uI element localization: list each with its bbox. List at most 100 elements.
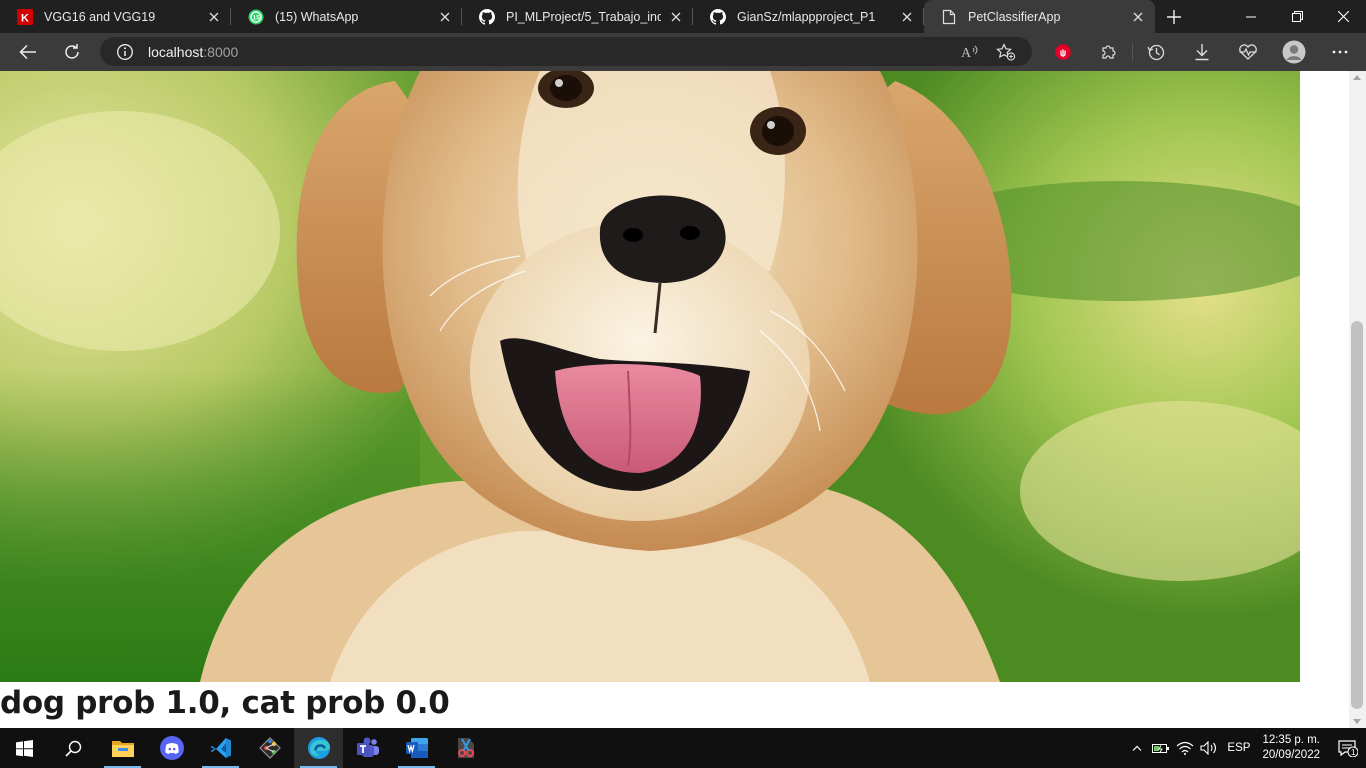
- downloads-button[interactable]: [1179, 33, 1225, 71]
- extensions-button[interactable]: [1086, 33, 1132, 71]
- tab-title: PI_MLProject/5_Trabajo_individ: [506, 9, 661, 24]
- restore-icon: [1291, 11, 1303, 22]
- scroll-up-arrow-icon[interactable]: [1353, 75, 1361, 80]
- git-icon: [258, 736, 281, 760]
- settings-menu-button[interactable]: [1317, 33, 1363, 71]
- notification-icon: 1: [1338, 740, 1358, 757]
- scrollbar-thumb[interactable]: [1351, 321, 1363, 709]
- new-tab-button[interactable]: [1157, 0, 1191, 33]
- back-arrow-icon: [19, 44, 36, 60]
- read-aloud-icon: A: [961, 45, 978, 60]
- url-port: :8000: [203, 43, 239, 60]
- battery-icon: [1152, 744, 1170, 753]
- back-button[interactable]: [6, 33, 50, 71]
- puzzle-icon: [1102, 45, 1116, 59]
- minimize-icon: [1246, 16, 1256, 17]
- battery-button[interactable]: [1149, 728, 1173, 768]
- close-icon[interactable]: [438, 10, 452, 24]
- close-window-button[interactable]: [1320, 0, 1366, 33]
- speaker-icon: [1200, 741, 1217, 755]
- volume-button[interactable]: [1197, 728, 1221, 768]
- discord-button[interactable]: [147, 728, 196, 768]
- edge-icon: [307, 737, 330, 759]
- browser-toolbar: localhost:8000 A: [0, 33, 1366, 71]
- whatsapp-icon: 15: [248, 9, 264, 25]
- notification-center-button[interactable]: 1: [1330, 728, 1366, 768]
- adblock-extension-button[interactable]: [1040, 33, 1086, 71]
- history-icon: [1147, 44, 1165, 61]
- github-icon: [710, 8, 726, 25]
- git-button[interactable]: [245, 728, 294, 768]
- more-icon: [1332, 50, 1348, 54]
- heart-pulse-icon: [1239, 44, 1257, 60]
- clock[interactable]: 12:35 p. m. 20/09/2022: [1262, 733, 1320, 763]
- search-icon: [65, 740, 82, 757]
- snipping-tool-button[interactable]: [441, 728, 490, 768]
- close-icon[interactable]: [900, 10, 914, 24]
- url-text[interactable]: localhost:8000: [148, 44, 238, 60]
- snipping-tool-icon: [457, 738, 474, 758]
- system-tray: ESP 12:35 p. m. 20/09/2022 1: [1125, 728, 1366, 768]
- tab-title: (15) WhatsApp: [275, 9, 359, 24]
- svg-text:A: A: [961, 46, 972, 60]
- discord-icon: [159, 736, 184, 760]
- word-button[interactable]: [392, 728, 441, 768]
- star-add-icon: [996, 42, 1016, 61]
- vscode-icon: [210, 738, 231, 758]
- tab-title: VGG16 and VGG19: [44, 9, 156, 24]
- close-icon: [1337, 11, 1349, 22]
- keras-icon: K: [17, 8, 33, 25]
- svg-text:15: 15: [253, 14, 261, 21]
- close-icon[interactable]: [207, 10, 221, 24]
- page-viewport: dog prob 1.0, cat prob 0.0: [0, 71, 1366, 728]
- word-icon: [405, 738, 428, 758]
- tab-title: PetClassifierApp: [968, 9, 1061, 24]
- dog-photo: [0, 71, 1300, 682]
- teams-button[interactable]: [343, 728, 392, 768]
- tab-whatsapp[interactable]: 15 (15) WhatsApp: [231, 0, 462, 33]
- close-icon[interactable]: [1131, 10, 1145, 24]
- vscode-button[interactable]: [196, 728, 245, 768]
- download-icon: [1195, 44, 1209, 61]
- add-favorite-button[interactable]: [988, 37, 1024, 66]
- reload-button[interactable]: [50, 33, 94, 71]
- edge-button[interactable]: [294, 728, 343, 768]
- avatar-icon: [1282, 40, 1306, 64]
- scroll-down-arrow-icon[interactable]: [1353, 719, 1361, 724]
- profile-button[interactable]: [1271, 33, 1317, 71]
- plus-icon: [1167, 9, 1181, 24]
- read-aloud-button[interactable]: A: [952, 37, 988, 66]
- file-explorer-icon: [111, 741, 134, 757]
- network-button[interactable]: [1173, 728, 1197, 768]
- page-icon: [941, 9, 957, 25]
- close-icon[interactable]: [669, 10, 683, 24]
- file-explorer-button[interactable]: [98, 728, 147, 768]
- reload-icon: [65, 44, 79, 59]
- tab-vgg[interactable]: K VGG16 and VGG19: [0, 0, 231, 33]
- tab-github-pi-mlproject[interactable]: PI_MLProject/5_Trabajo_individ: [462, 0, 693, 33]
- start-button[interactable]: [0, 728, 49, 768]
- window-controls: [1228, 0, 1366, 33]
- restore-button[interactable]: [1274, 0, 1320, 33]
- input-language[interactable]: ESP: [1227, 742, 1250, 754]
- page-scrollbar[interactable]: [1349, 71, 1366, 728]
- performance-button[interactable]: [1225, 33, 1271, 71]
- notification-count: 1: [1351, 748, 1356, 757]
- address-bar-actions: A: [952, 37, 1024, 66]
- clock-time: 12:35 p. m.: [1262, 734, 1320, 746]
- tab-title: GianSz/mlappproject_P1: [737, 9, 876, 24]
- minimize-button[interactable]: [1228, 0, 1274, 33]
- windows-logo-icon: [16, 739, 33, 757]
- search-button[interactable]: [49, 728, 98, 768]
- teams-icon: [356, 737, 379, 757]
- tab-github-mlappproject[interactable]: GianSz/mlappproject_P1: [693, 0, 924, 33]
- tab-petclassifier[interactable]: PetClassifierApp: [924, 0, 1155, 33]
- prediction-result: dog prob 1.0, cat prob 0.0: [0, 685, 450, 721]
- address-bar[interactable]: localhost:8000 A: [100, 37, 1032, 66]
- chevron-up-icon: [1132, 745, 1142, 751]
- tab-strip: K VGG16 and VGG19 15 (15) WhatsApp PI_ML…: [0, 0, 1366, 33]
- history-button[interactable]: [1133, 33, 1179, 71]
- github-icon: [479, 8, 495, 25]
- show-hidden-icons-button[interactable]: [1125, 728, 1149, 768]
- info-icon[interactable]: [116, 43, 134, 61]
